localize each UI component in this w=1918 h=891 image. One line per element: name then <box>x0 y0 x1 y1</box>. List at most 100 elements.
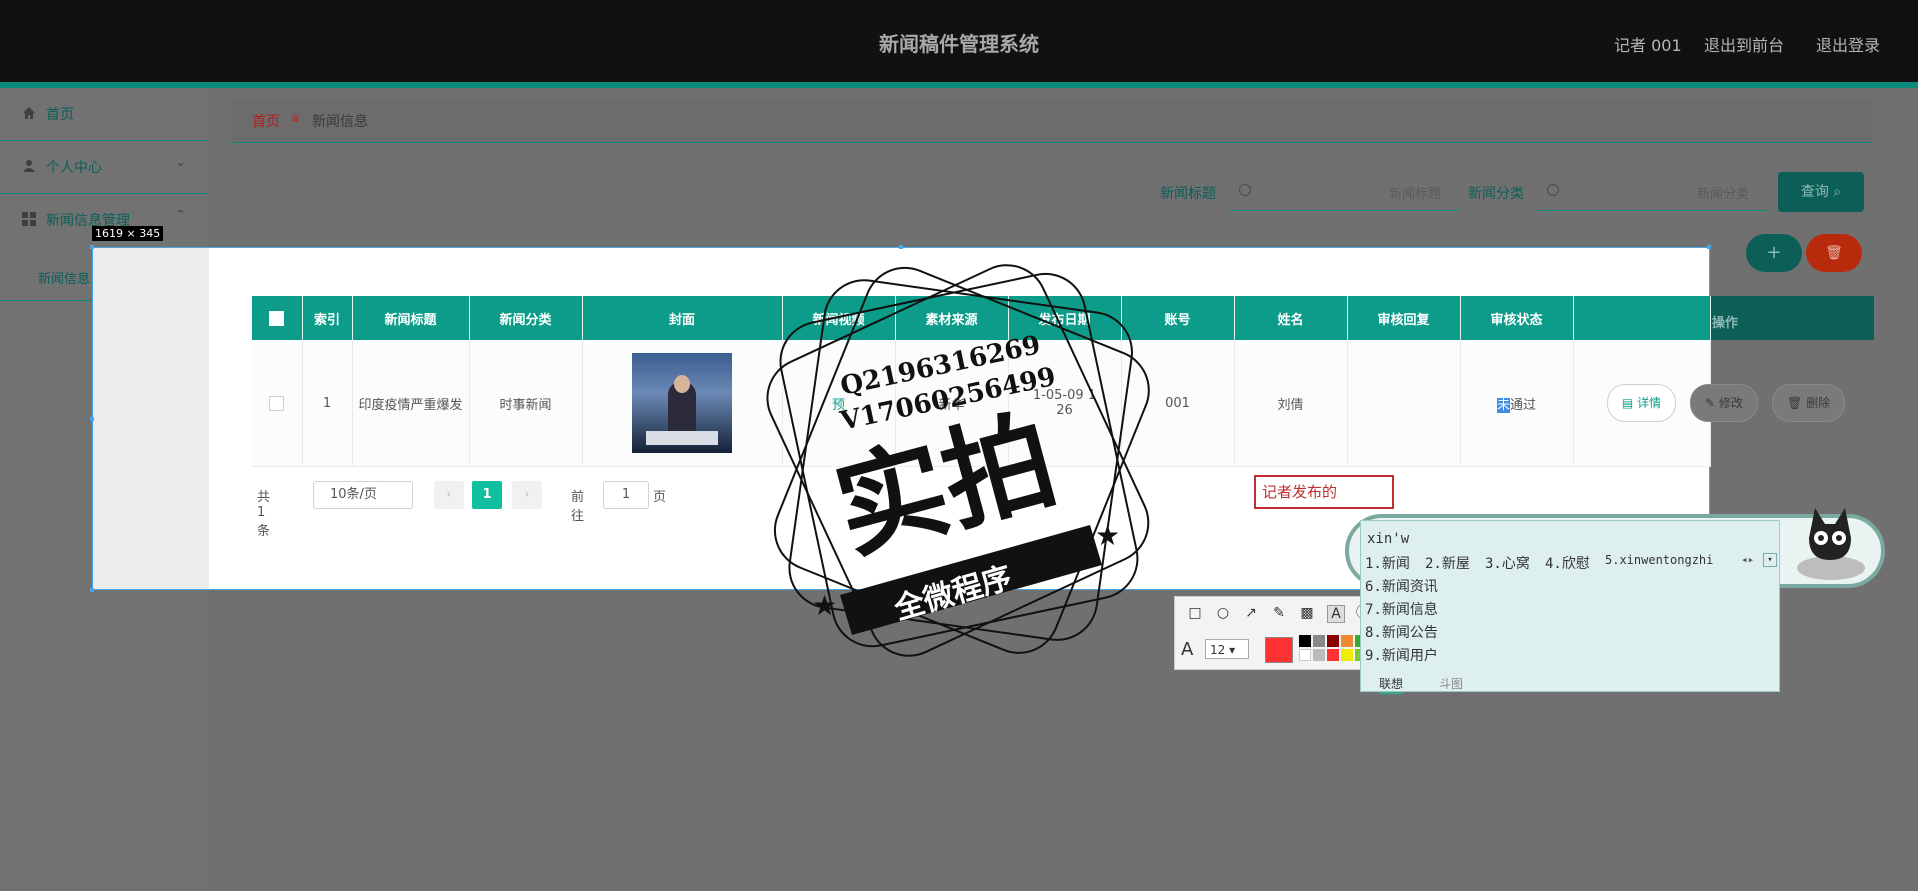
ime-tab-association[interactable]: 联想 <box>1379 675 1404 694</box>
breadcrumb-separator-icon: ♛ <box>290 111 301 125</box>
resize-handle[interactable] <box>90 245 94 249</box>
color-swatch[interactable] <box>1341 649 1353 661</box>
ime-candidate[interactable]: 7.新闻信息 <box>1365 599 1438 619</box>
ime-expand-icon[interactable]: ▾ <box>1763 553 1777 567</box>
edit-button[interactable]: ✎ 修改 <box>1690 384 1758 422</box>
svg-text:★: ★ <box>812 589 837 622</box>
chevron-down-icon: ⌄ <box>175 155 186 170</box>
ime-page-arrows-icon[interactable]: ◂▸ <box>1741 553 1754 566</box>
resize-handle[interactable] <box>90 588 94 592</box>
mosaic-tool-icon[interactable]: ▩ <box>1299 605 1315 621</box>
sidebar-item-label: 个人中心 <box>46 160 102 176</box>
page-size-select[interactable]: 10条/页 <box>313 481 413 509</box>
chevron-up-icon: ⌃ <box>175 208 186 223</box>
next-page-button[interactable]: › <box>512 481 542 509</box>
ellipse-tool-icon[interactable]: ○ <box>1215 605 1231 621</box>
pagination-total: 共 1 条 <box>257 490 271 539</box>
arrow-tool-icon[interactable]: ↗ <box>1243 605 1259 621</box>
current-page[interactable]: 1 <box>472 481 502 509</box>
top-header: 新闻稿件管理系统 记者 001 退出到前台 退出登录 <box>0 0 1918 82</box>
delete-selected-button[interactable]: 🗑 <box>1806 234 1862 272</box>
select-all-checkbox[interactable] <box>269 310 285 326</box>
delete-button-label: 删除 <box>1806 396 1831 410</box>
ime-pinyin: xin'w <box>1367 531 1410 547</box>
logout-link[interactable]: 退出登录 <box>1816 32 1880 56</box>
search-icon: ⌕ <box>1833 184 1842 200</box>
search-icon <box>1547 184 1559 196</box>
mascot-icon <box>1797 508 1865 580</box>
color-swatch[interactable] <box>1327 635 1339 647</box>
ime-candidate[interactable]: 1.新闻 <box>1365 553 1410 573</box>
column-header: 索引 <box>302 296 353 340</box>
title-filter-input[interactable]: 新闻标题 <box>1229 174 1459 211</box>
search-button[interactable]: 查询 ⌕ <box>1778 172 1864 212</box>
sidebar-item-home[interactable]: 首页 <box>0 88 208 141</box>
column-header: 新闻分类 <box>469 296 583 340</box>
current-color-swatch[interactable] <box>1265 637 1293 663</box>
font-size-select[interactable]: 12 ▾ <box>1205 639 1249 659</box>
status-highlight: 未 <box>1496 397 1510 413</box>
goto-label: 前往 <box>571 490 585 524</box>
resize-handle[interactable] <box>90 417 94 421</box>
cover-image <box>632 353 732 453</box>
watermark-stamp: Q2196316269 V17060256499 实拍 全微程序 ★ ★ <box>766 264 1150 657</box>
column-header: 新闻标题 <box>352 296 470 340</box>
delete-row-button[interactable]: 🗑 删除 <box>1772 384 1846 422</box>
pen-tool-icon[interactable]: ✎ <box>1271 605 1287 621</box>
cell-name: 刘倩 <box>1234 340 1348 467</box>
annotation-text-input[interactable]: 记者发布的 <box>1254 475 1394 509</box>
row-checkbox[interactable] <box>269 395 285 411</box>
prev-page-button[interactable]: ‹ <box>434 481 464 509</box>
edit-button-label: 修改 <box>1718 396 1743 410</box>
category-filter-input[interactable]: 新闻分类 <box>1537 174 1767 211</box>
selection-size-label: 1619 × 345 <box>92 226 164 241</box>
user-name-link[interactable]: 记者 001 <box>1614 32 1682 56</box>
color-swatch[interactable] <box>1299 649 1311 661</box>
home-icon <box>23 107 35 119</box>
font-size-icon: A <box>1181 639 1194 660</box>
detail-button-label: 详情 <box>1637 396 1662 410</box>
select-all-header <box>252 296 303 340</box>
goto-page-input[interactable]: 1 <box>603 481 649 509</box>
op-header-overflow: 操作 <box>1712 316 1739 331</box>
color-swatch[interactable] <box>1299 635 1311 647</box>
cell-category: 时事新闻 <box>469 340 583 467</box>
breadcrumb: 首页 ♛ 新闻信息 <box>232 98 1872 143</box>
sidebar-subitem-news-info[interactable]: 新闻信息 <box>38 268 90 287</box>
selection-sidebar-area <box>93 248 209 589</box>
ime-candidate[interactable]: 4.欣慰 <box>1545 553 1590 573</box>
exit-to-front-link[interactable]: 退出到前台 <box>1704 32 1784 56</box>
resize-handle[interactable] <box>1707 245 1711 249</box>
resize-handle[interactable] <box>899 245 903 249</box>
detail-button[interactable]: ▤ 详情 <box>1606 384 1677 422</box>
text-tool-icon[interactable]: A <box>1327 605 1345 623</box>
status-text: 通过 <box>1510 397 1537 413</box>
category-filter-label: 新闻分类 <box>1468 186 1524 202</box>
color-swatch[interactable] <box>1313 649 1325 661</box>
sidebar-item-personal-center[interactable]: 个人中心 ⌄ <box>0 141 208 194</box>
color-swatch[interactable] <box>1327 649 1339 661</box>
rectangle-tool-icon[interactable]: □ <box>1187 605 1203 621</box>
add-button[interactable]: + <box>1746 234 1802 272</box>
font-size-value: 12 <box>1210 643 1226 657</box>
color-swatch[interactable] <box>1341 635 1353 647</box>
grid-icon <box>22 212 36 226</box>
user-icon <box>23 160 35 172</box>
ime-candidate[interactable]: 2.新屋 <box>1425 553 1470 573</box>
column-header: 姓名 <box>1234 296 1348 340</box>
color-swatch[interactable] <box>1313 635 1325 647</box>
ime-candidate[interactable]: 6.新闻资讯 <box>1365 576 1438 596</box>
ime-candidate[interactable]: 5.xinwentongzhi <box>1605 553 1713 567</box>
cell-title: 印度疫情严重爆发 <box>352 340 470 467</box>
search-button-label: 查询 <box>1800 184 1829 200</box>
cell-index: 1 <box>302 340 353 467</box>
cell-reply <box>1347 340 1461 467</box>
input-placeholder: 新闻标题 <box>1388 187 1441 202</box>
ime-tab-stickers[interactable]: 斗图 <box>1439 675 1463 692</box>
ime-candidate[interactable]: 8.新闻公告 <box>1365 622 1438 642</box>
ime-candidate[interactable]: 9.新闻用户 <box>1365 645 1438 665</box>
svg-text:★: ★ <box>1095 519 1120 552</box>
breadcrumb-home[interactable]: 首页 <box>252 111 280 131</box>
search-icon <box>1239 184 1251 196</box>
ime-candidate[interactable]: 3.心窝 <box>1485 553 1530 573</box>
